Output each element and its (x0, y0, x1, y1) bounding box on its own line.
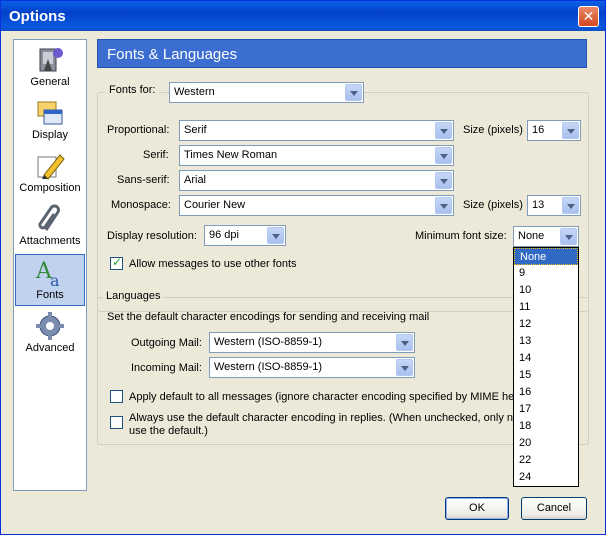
category-sidebar: General Display Composition Attachments (13, 39, 87, 491)
monospace-label: Monospace: (111, 199, 171, 211)
encodings-description: Set the default character encodings for … (107, 311, 430, 323)
sidebar-item-general[interactable]: General (15, 42, 85, 92)
dropdown-option[interactable]: 10 (514, 282, 578, 299)
incoming-mail-select[interactable]: Western (ISO-8859-1) (209, 357, 415, 378)
languages-group-label: Languages (103, 290, 164, 302)
sidebar-item-label: Attachments (19, 235, 81, 247)
dropdown-option[interactable]: 13 (514, 333, 578, 350)
minimum-font-size-dropdown-list[interactable]: None 9 10 11 12 13 14 15 16 17 18 20 22 … (513, 247, 579, 487)
sidebar-item-label: Advanced (25, 342, 75, 354)
page-title: Fonts & Languages (97, 39, 587, 68)
sidebar-item-display[interactable]: Display (15, 95, 85, 145)
apply-default-label: Apply default to all messages (ignore ch… (129, 391, 527, 403)
chevron-down-icon (562, 197, 579, 214)
fonts-for-select[interactable]: Western (169, 82, 364, 103)
chevron-down-icon (562, 122, 579, 139)
dropdown-option[interactable]: 9 (514, 265, 578, 282)
chevron-down-icon (396, 359, 413, 376)
monospace-select[interactable]: Courier New (179, 195, 454, 216)
ok-button[interactable]: OK (445, 497, 509, 520)
chevron-down-icon (435, 122, 452, 139)
gear-icon (36, 312, 64, 340)
title-bar: Options ✕ (1, 1, 605, 31)
window-title: Options (9, 8, 66, 25)
chevron-down-icon (560, 228, 577, 245)
display-resolution-select[interactable]: 96 dpi (204, 225, 286, 246)
proportional-size-select[interactable]: 16 (527, 120, 581, 141)
allow-other-fonts-label: Allow messages to use other fonts (129, 258, 297, 270)
dropdown-option[interactable]: 16 (514, 384, 578, 401)
always-use-default-label-line1: Always use the default character encodin… (129, 412, 520, 424)
chevron-down-icon (435, 197, 452, 214)
always-use-default-label-line2: use the default.) (129, 425, 208, 437)
allow-other-fonts-checkbox[interactable] (110, 255, 123, 270)
outgoing-mail-select[interactable]: Western (ISO-8859-1) (209, 332, 415, 353)
sans-serif-label: Sans-serif: (117, 174, 170, 186)
fonts-for-label: Fonts for: (105, 84, 160, 96)
options-dialog: Options ✕ General Display Composition At… (0, 0, 606, 535)
dropdown-option[interactable]: 14 (514, 350, 578, 367)
proportional-select[interactable]: Serif (179, 120, 454, 141)
sidebar-item-composition[interactable]: Composition (15, 148, 85, 198)
minimum-font-size-label: Minimum font size: (415, 230, 507, 242)
cancel-button[interactable]: Cancel (521, 497, 587, 520)
general-settings-icon (39, 48, 63, 72)
dropdown-option[interactable]: 20 (514, 435, 578, 452)
chevron-down-icon (435, 172, 452, 189)
proportional-size-label: Size (pixels) (463, 124, 523, 136)
serif-label: Serif: (143, 149, 169, 161)
sidebar-item-label: Display (31, 129, 69, 141)
dropdown-option[interactable]: 22 (514, 452, 578, 469)
chevron-down-icon (267, 227, 284, 244)
chevron-down-icon (345, 84, 362, 101)
sidebar-item-fonts[interactable]: A a Fonts (15, 254, 85, 306)
dropdown-option[interactable]: 18 (514, 418, 578, 435)
chevron-down-icon (435, 147, 452, 164)
serif-select[interactable]: Times New Roman (179, 145, 454, 166)
pencil-composition-icon (37, 154, 65, 180)
dropdown-option[interactable]: 24 (514, 469, 578, 486)
outgoing-mail-label: Outgoing Mail: (131, 337, 202, 349)
monospace-size-label: Size (pixels) (463, 199, 523, 211)
svg-text:a: a (50, 271, 60, 288)
close-icon: ✕ (582, 8, 595, 24)
sidebar-item-label: Composition (19, 182, 81, 194)
chevron-down-icon (396, 334, 413, 351)
sidebar-item-label: General (30, 76, 70, 88)
dropdown-option[interactable]: None (514, 248, 578, 265)
proportional-label: Proportional: (107, 124, 170, 136)
apply-default-checkbox[interactable] (110, 390, 123, 403)
dropdown-option[interactable]: 15 (514, 367, 578, 384)
display-icon (37, 101, 63, 125)
monospace-size-select[interactable]: 13 (527, 195, 581, 216)
dropdown-option[interactable]: 11 (514, 299, 578, 316)
sidebar-item-label: Fonts (36, 289, 64, 301)
sidebar-item-attachments[interactable]: Attachments (15, 201, 85, 251)
sans-serif-select[interactable]: Arial (179, 170, 454, 191)
dropdown-option[interactable]: 17 (514, 401, 578, 418)
fonts-icon: A a (35, 259, 60, 288)
incoming-mail-label: Incoming Mail: (131, 362, 202, 374)
display-resolution-label: Display resolution: (107, 230, 197, 242)
dropdown-option[interactable]: 12 (514, 316, 578, 333)
close-button[interactable]: ✕ (578, 6, 599, 27)
minimum-font-size-select[interactable]: None (513, 226, 579, 247)
sidebar-item-advanced[interactable]: Advanced (15, 308, 85, 358)
always-use-default-checkbox[interactable] (110, 416, 123, 429)
paperclip-icon (38, 204, 60, 231)
